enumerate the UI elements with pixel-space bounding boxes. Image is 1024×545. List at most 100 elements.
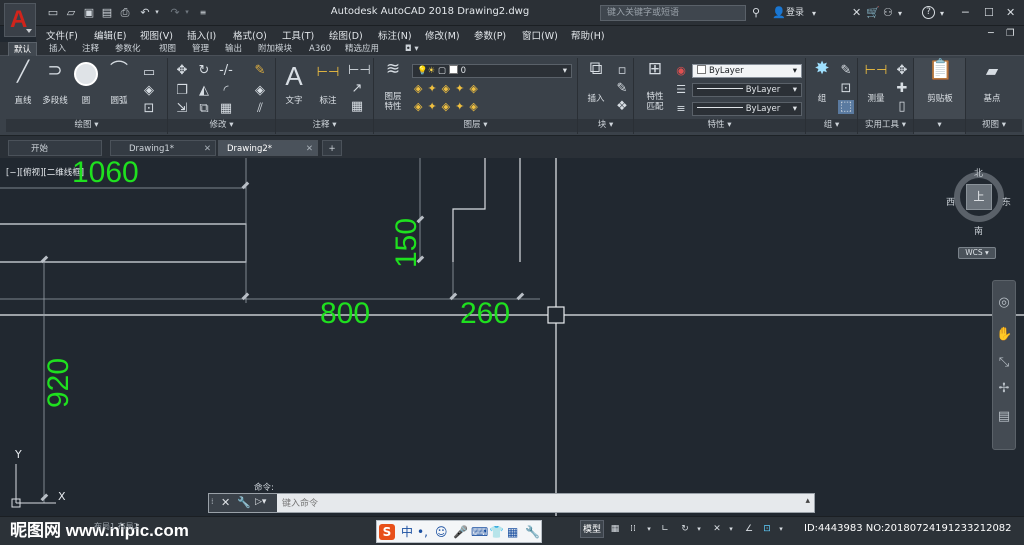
menu-view[interactable]: 视图(V) [140,28,173,42]
user-icon[interactable]: 👤 [772,6,786,19]
boundary-icon[interactable]: ⊡ [140,102,158,116]
polar-tracking-icon[interactable]: ↻ [678,520,692,538]
text-button[interactable]: 文字 [282,94,306,106]
zoom-extents-icon[interactable]: ⤡ [996,355,1012,371]
group-select-icon[interactable]: ⬚ [838,100,854,114]
sogou-logo-icon[interactable]: S [379,524,395,540]
drawing-canvas[interactable] [0,158,1024,516]
doc-minimize-icon[interactable]: ─ [988,28,994,39]
new-tab-button[interactable]: + [322,140,342,156]
table-icon[interactable]: ▦ [348,100,366,114]
tab-parametric[interactable]: 参数化 [110,42,146,56]
measure-button[interactable]: 测量 [864,92,888,104]
utilities-panel-title[interactable]: 实用工具 ▾ [858,119,913,132]
plot-icon[interactable]: ⎙ [118,6,132,19]
tab-default[interactable]: 默认 [8,42,38,56]
layer-tools-row2-icon[interactable]: ◈✦◈✦◈ [414,100,564,114]
draw-panel-title[interactable]: 绘图 ▾ [6,119,167,132]
cart-icon[interactable]: 🛒 [866,6,880,19]
dimension-button[interactable]: 标注 [316,94,340,106]
block-panel-title[interactable]: 块 ▾ [578,119,633,132]
clipboard-icon[interactable]: 📋 [928,59,953,79]
compass-south[interactable]: 南 [974,224,983,237]
snap-icon[interactable]: ⁞⁞ [626,520,640,538]
skin-icon[interactable]: 👕 [489,524,504,540]
menu-help[interactable]: 帮助(H) [571,28,605,42]
ribbon-toggle-icon[interactable]: ◘ ▾ [400,42,424,56]
tab-start[interactable]: 开始 [8,140,102,156]
customize-qat-icon[interactable]: ≡ [196,6,210,19]
array-icon[interactable]: ▦ [218,102,234,116]
ime-language-toggle[interactable]: 中 [401,524,413,540]
leader-icon[interactable]: ↗ [348,82,366,96]
showmotion-icon[interactable]: ▤ [996,409,1012,425]
menu-parameters[interactable]: 参数(P) [474,28,506,42]
minimize-icon[interactable]: ─ [962,6,969,19]
menu-edit[interactable]: 编辑(E) [94,28,126,42]
connect-icon[interactable]: ⚇ [883,6,893,19]
line-icon[interactable]: ╱ [12,61,34,81]
pan-hand-icon[interactable]: ✋ [996,327,1012,343]
polar-dropdown-icon[interactable]: ▾ [694,520,704,538]
voice-icon[interactable]: 🎤 [453,524,468,540]
insert-block-icon[interactable]: ⧉ [584,60,608,78]
command-history-toggle-icon[interactable]: ▴ [805,496,810,506]
trim-icon[interactable]: -/- [218,64,234,78]
groups-panel-title[interactable]: 组 ▾ [806,119,857,132]
viewcube-face-top[interactable]: 上 [966,184,992,210]
layer-dropdown[interactable]: 💡☀ ▢ 0 ▾ [412,64,572,78]
close-icon[interactable]: ✕ [1006,6,1015,19]
rotate-icon[interactable]: ↻ [196,64,212,78]
save-icon[interactable]: ▣ [82,6,96,19]
layers-panel-title[interactable]: 图层 ▾ [374,119,577,132]
menu-modify[interactable]: 修改(M) [425,28,460,42]
erase-icon[interactable]: ✎ [252,64,268,78]
tab-addins[interactable]: 附加模块 [253,42,297,56]
object-snap-tracking-icon[interactable]: ∠ [742,520,756,538]
close-tab-icon[interactable]: ✕ [204,141,211,157]
close-command-icon[interactable]: ✕ [221,496,230,509]
compass-north[interactable]: 北 [974,166,983,179]
dimension-icon[interactable]: ⊢⊣ [316,66,340,80]
text-icon[interactable]: A [282,62,306,90]
maximize-icon[interactable]: ☐ [984,6,994,19]
object-snap-icon[interactable]: ⊡ [760,520,774,538]
stretch-icon[interactable]: ⇲ [174,102,190,116]
circle-icon[interactable] [74,62,98,86]
object-snap-dropdown-icon[interactable]: ▾ [776,520,786,538]
ortho-icon[interactable]: ∟ [658,520,672,538]
circle-button[interactable]: 圆 [76,94,96,106]
close-tab-icon[interactable]: ✕ [306,141,313,157]
binoculars-icon[interactable]: ⚲ [752,6,760,19]
x-autodesk-icon[interactable]: ✕ [852,6,861,19]
tab-a360[interactable]: A360 [304,42,336,56]
snap-dropdown-icon[interactable]: ▾ [644,520,654,538]
clipboard-panel-title[interactable]: ▾ [914,119,965,132]
help-button[interactable]: ? [922,6,935,19]
line-button[interactable]: 直线 [10,94,36,106]
scale-icon[interactable]: ⧉ [196,102,212,116]
explode-icon[interactable]: ◈ [252,84,268,98]
annotation-panel-title[interactable]: 注释 ▾ [276,119,373,132]
calculator-icon[interactable]: ▯ [894,100,910,114]
hatch-icon[interactable]: ◈ [140,84,158,98]
menu-file[interactable]: 文件(F) [46,28,78,42]
settings-wrench-icon[interactable]: 🔧 [525,524,540,540]
keyboard-icon[interactable]: ⌨ [471,524,488,540]
tab-featured-apps[interactable]: 精选应用 [340,42,384,56]
tab-drawing1[interactable]: Drawing1* ✕ [110,140,216,156]
grip-icon[interactable]: ⁞ [211,497,214,506]
menu-window[interactable]: 窗口(W) [522,28,558,42]
tab-view[interactable]: 视图 [154,42,181,56]
create-block-icon[interactable]: ▫ [614,64,630,78]
measure-icon[interactable]: ⊢⊣ [862,64,890,78]
menu-format[interactable]: 格式(O) [233,28,267,42]
punctuation-icon[interactable]: •, [417,524,428,540]
doc-restore-icon[interactable]: ❐ [1006,28,1015,39]
search-input[interactable]: 键入关键字或短语 [600,5,746,21]
tab-manage[interactable]: 管理 [187,42,214,56]
isodraft-dropdown-icon[interactable]: ▾ [726,520,736,538]
tab-output[interactable]: 输出 [220,42,247,56]
layer-properties-button[interactable]: 图层 特性 [380,92,406,112]
insert-button[interactable]: 插入 [584,92,608,104]
